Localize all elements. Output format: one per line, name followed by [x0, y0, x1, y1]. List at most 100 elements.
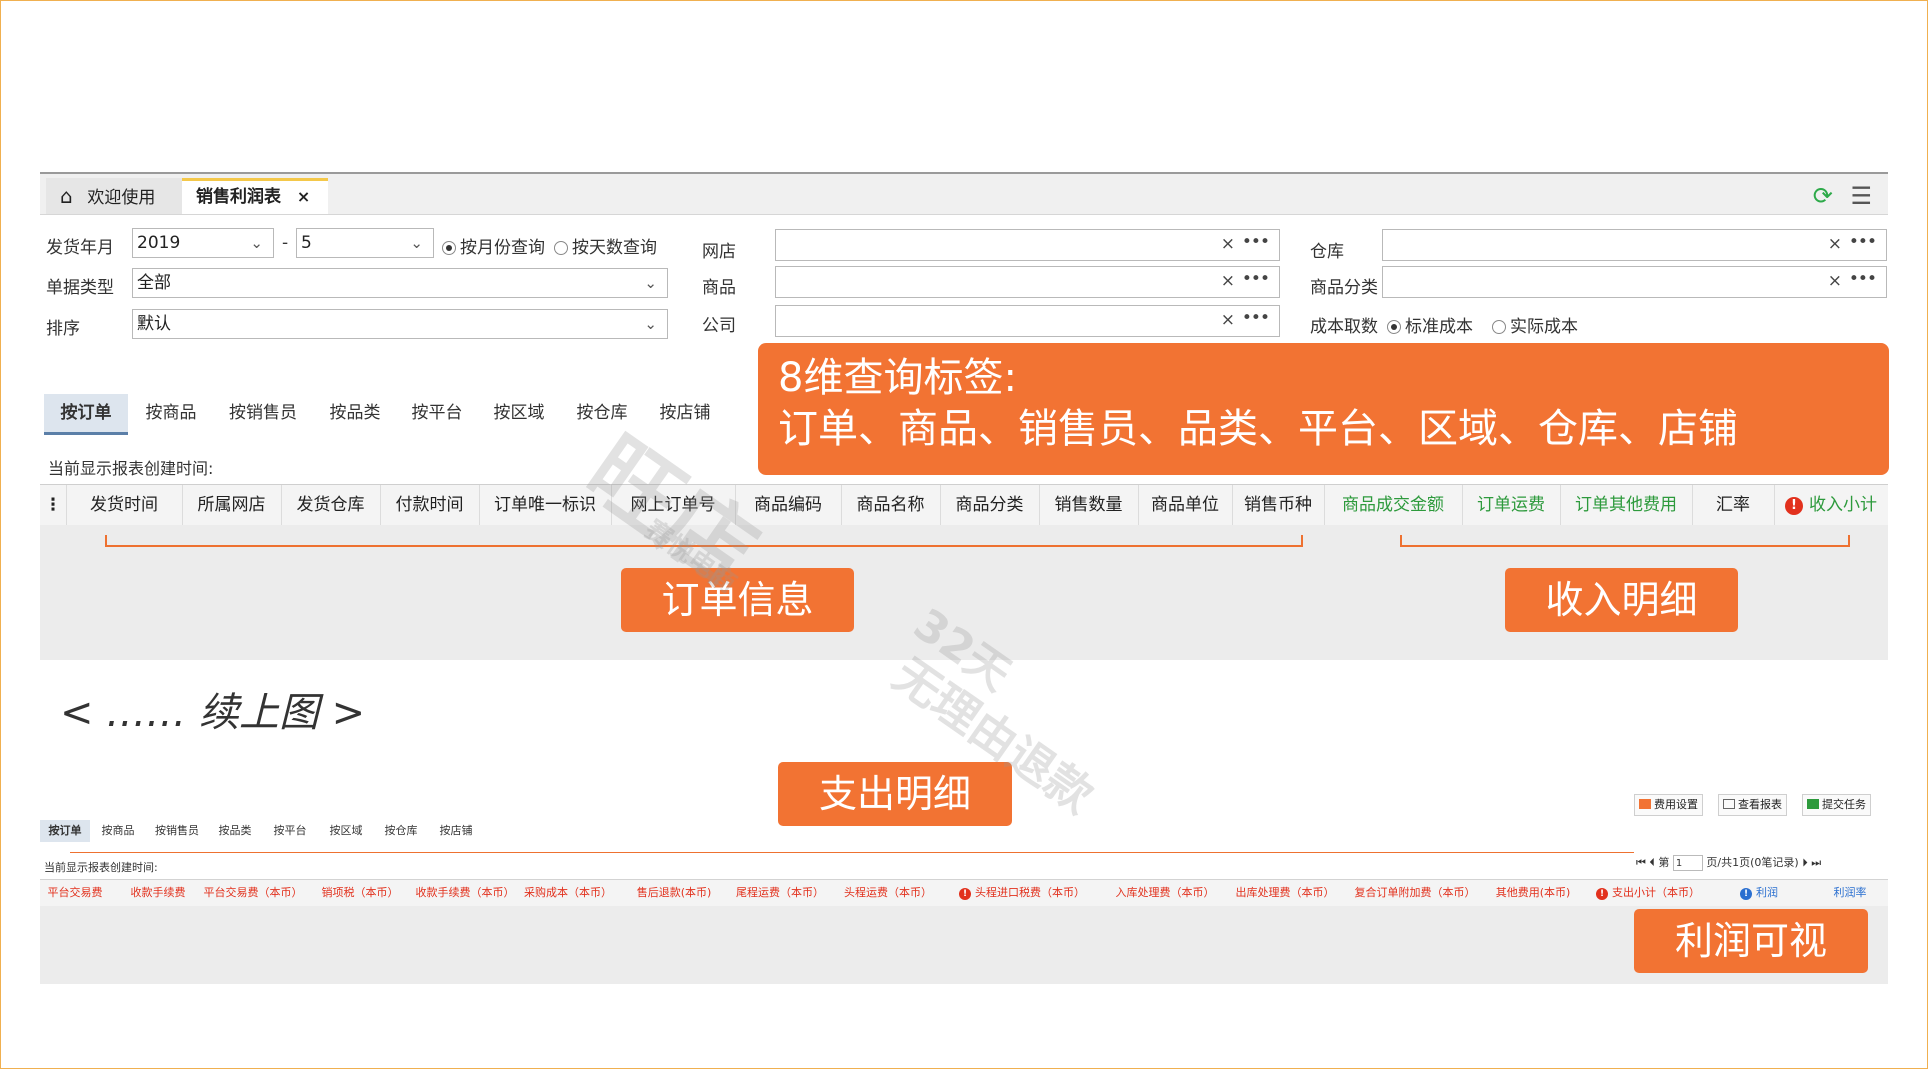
col-deal-amount[interactable]: 商品成交金额 — [1324, 485, 1463, 525]
small-tab-region[interactable]: 按区域 — [326, 820, 366, 842]
tab-welcome[interactable]: ⌂ 欢迎使用 — [46, 178, 182, 214]
view-report-button[interactable]: 查看报表 — [1718, 794, 1787, 816]
col-currency[interactable]: 销售币种 — [1232, 485, 1325, 525]
col-ship-time[interactable]: 发货时间 — [66, 485, 183, 525]
page-input[interactable]: 1 — [1672, 855, 1703, 871]
by-day-radio[interactable]: 按天数查询 — [554, 233, 657, 258]
dim-tab-category[interactable]: 按品类 — [320, 394, 390, 432]
col-warehouse[interactable]: 发货仓库 — [281, 485, 381, 525]
dim-tab-platform[interactable]: 按平台 — [402, 394, 472, 432]
income-bracket — [1400, 535, 1850, 547]
tab-sales-profit[interactable]: 销售利润表 × — [182, 178, 328, 214]
std-cost-label: 标准成本 — [1405, 317, 1473, 337]
col-exchange-rate[interactable]: 汇率 — [1692, 485, 1775, 525]
hamburger-menu-icon[interactable]: ☰ — [1850, 182, 1872, 210]
close-icon[interactable]: × — [297, 187, 310, 206]
dim-tab-goods[interactable]: 按商品 — [136, 394, 206, 432]
col-goods-unit[interactable]: 商品单位 — [1138, 485, 1233, 525]
std-cost-radio[interactable]: 标准成本 — [1387, 312, 1473, 337]
home-icon: ⌂ — [60, 184, 73, 208]
task-icon — [1807, 799, 1819, 809]
col-collection-fee-local[interactable]: 收款手续费（本币） — [410, 880, 520, 906]
shop-input[interactable]: × ••• — [775, 229, 1280, 261]
dim-tab-store[interactable]: 按店铺 — [650, 394, 720, 432]
col-purchase-cost-local[interactable]: 采购成本（本币） — [520, 880, 616, 906]
more-icon[interactable]: ••• — [1849, 269, 1877, 289]
col-collection-fee[interactable]: 收款手续费 — [118, 880, 198, 906]
col-order-uid[interactable]: 订单唯一标识 — [479, 485, 612, 525]
clear-icon[interactable]: × — [1828, 271, 1842, 291]
col-goods-name[interactable]: 商品名称 — [841, 485, 941, 525]
submit-task-button[interactable]: 提交任务 — [1802, 794, 1871, 816]
col-refund-local[interactable]: 售后退款(本币) — [626, 880, 722, 906]
dim-tab-region[interactable]: 按区域 — [484, 394, 554, 432]
col-order-other-fee[interactable]: 订单其他费用 — [1560, 485, 1693, 525]
by-month-radio[interactable]: 按月份查询 — [442, 233, 545, 258]
range-dash: - — [282, 233, 289, 253]
clear-icon[interactable]: × — [1828, 234, 1842, 254]
col-profit[interactable]: ! 利润 — [1724, 880, 1794, 906]
col-combo-surcharge-local[interactable]: 复合订单附加费（本币） — [1350, 880, 1480, 906]
refresh-icon[interactable]: ⟳ — [1813, 182, 1833, 210]
sort-select[interactable]: 默认 ⌄ — [132, 309, 668, 339]
more-icon[interactable]: ••• — [1242, 232, 1270, 252]
clear-icon[interactable]: × — [1221, 234, 1235, 254]
col-first-leg-freight-local[interactable]: 头程运费（本币） — [840, 880, 936, 906]
dimension-callout-title: 8维查询标签: — [778, 355, 1017, 401]
small-tab-platform[interactable]: 按平台 — [270, 820, 310, 842]
col-sales-qty[interactable]: 销售数量 — [1039, 485, 1139, 525]
col-pay-time[interactable]: 付款时间 — [380, 485, 480, 525]
col-shop[interactable]: 所属网店 — [182, 485, 282, 525]
col-profit-rate[interactable]: 利润率 — [1820, 880, 1880, 906]
col-inbound-fee-local[interactable]: 入库处理费（本币） — [1110, 880, 1220, 906]
col-platform-fee[interactable]: 平台交易费 — [40, 880, 110, 906]
first-page-icon[interactable]: ⏮ — [1636, 856, 1646, 869]
column-menu-icon[interactable]: ⋮ — [40, 485, 67, 525]
dim-tab-salesperson[interactable]: 按销售员 — [222, 394, 304, 432]
warehouse-input[interactable]: × ••• — [1382, 229, 1887, 261]
col-last-mile-freight-local[interactable]: 尾程运费（本币） — [732, 880, 828, 906]
small-tab-warehouse[interactable]: 按仓库 — [381, 820, 421, 842]
col-income-subtotal[interactable]: 收入小计 — [1774, 485, 1888, 525]
more-icon[interactable]: ••• — [1242, 269, 1270, 289]
company-input[interactable]: × ••• — [775, 305, 1280, 337]
month-select[interactable]: 5 ⌄ — [296, 228, 434, 258]
col-output-tax-local[interactable]: 销项税（本币） — [312, 880, 408, 906]
more-icon[interactable]: ••• — [1849, 232, 1877, 252]
dim-tab-warehouse[interactable]: 按仓库 — [567, 394, 637, 432]
small-tab-store[interactable]: 按店铺 — [436, 820, 476, 842]
category-input[interactable]: × ••• — [1382, 266, 1887, 298]
fee-settings-button[interactable]: 费用设置 — [1634, 794, 1703, 816]
radio-checked-icon — [442, 241, 456, 255]
last-page-icon[interactable]: ⏭ — [1811, 856, 1821, 869]
tab-bar: ⌂ 欢迎使用 销售利润表 × ⟳ ☰ — [40, 174, 1888, 215]
col-other-fee-local[interactable]: 其他费用(本币) — [1490, 880, 1576, 906]
col-first-leg-import-tax-local[interactable]: ! 头程进口税费（本币） — [952, 880, 1092, 906]
col-order-freight[interactable]: 订单运费 — [1462, 485, 1561, 525]
dim-tab-order[interactable]: 按订单 — [44, 394, 128, 435]
col-goods-code[interactable]: 商品编码 — [735, 485, 842, 525]
small-tab-category[interactable]: 按品类 — [215, 820, 255, 842]
goods-input[interactable]: × ••• — [775, 266, 1280, 298]
col-platform-fee-local[interactable]: 平台交易费（本币） — [198, 880, 308, 906]
dimension-callout: 8维查询标签: 订单、商品、销售员、品类、平台、区域、仓库、店铺 — [758, 343, 1889, 475]
clear-icon[interactable]: × — [1221, 271, 1235, 291]
actual-cost-radio[interactable]: 实际成本 — [1492, 312, 1578, 337]
col-expense-subtotal-local[interactable]: ! 支出小计（本币） — [1588, 880, 1708, 906]
year-select[interactable]: 2019 ⌄ — [132, 228, 274, 258]
by-day-label: 按天数查询 — [572, 238, 657, 258]
col-online-order-no[interactable]: 网上订单号 — [611, 485, 736, 525]
expense-bracket — [70, 852, 1634, 853]
col-goods-category[interactable]: 商品分类 — [940, 485, 1040, 525]
next-page-icon[interactable]: ⏵ — [1802, 856, 1808, 869]
sort-value: 默认 — [137, 314, 171, 334]
prev-page-icon[interactable]: ⏴ — [1649, 856, 1655, 869]
clear-icon[interactable]: × — [1221, 310, 1235, 330]
small-tab-salesperson[interactable]: 按销售员 — [152, 820, 202, 842]
doc-type-select[interactable]: 全部 ⌄ — [132, 268, 668, 298]
small-tab-goods[interactable]: 按商品 — [98, 820, 138, 842]
more-icon[interactable]: ••• — [1242, 308, 1270, 328]
col-outbound-fee-local[interactable]: 出库处理费（本币） — [1230, 880, 1340, 906]
radio-unchecked-icon — [554, 241, 568, 255]
small-tab-order[interactable]: 按订单 — [40, 820, 90, 842]
